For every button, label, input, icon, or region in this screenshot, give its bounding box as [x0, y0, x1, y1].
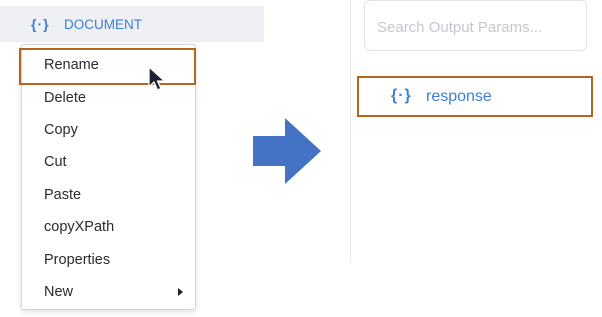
menu-item-label: Properties [44, 252, 111, 268]
menu-item-paste[interactable]: Paste [22, 179, 197, 211]
menu-item-label: Rename [44, 57, 99, 73]
tree-node-label: DOCUMENT [64, 17, 142, 32]
object-braces-icon: {·} [31, 16, 50, 32]
menu-item-label: Paste [44, 187, 82, 203]
tree-row-document[interactable]: {·} DOCUMENT [0, 6, 264, 42]
menu-item-label: Copy [44, 122, 78, 138]
menu-item-label: Delete [44, 90, 86, 106]
menu-item-label: New [44, 284, 74, 300]
object-braces-icon: {·} [391, 87, 412, 104]
menu-item-label: copyXPath [44, 219, 115, 235]
context-menu: Rename Delete Copy Cut Paste copyXPath P… [19, 44, 197, 310]
menu-item-copyxpath[interactable]: copyXPath [22, 211, 197, 243]
search-input[interactable] [375, 15, 584, 39]
menu-item-copy[interactable]: Copy [22, 114, 197, 146]
tree-node-label: response [426, 88, 492, 105]
menu-item-delete[interactable]: Delete [22, 82, 197, 114]
tree-row-response[interactable]: {·} response [357, 76, 593, 117]
menu-item-properties[interactable]: Properties [22, 244, 197, 276]
menu-item-cut[interactable]: Cut [22, 146, 197, 178]
chevron-right-icon [178, 288, 183, 296]
menu-item-rename[interactable]: Rename [19, 48, 196, 85]
mouse-pointer-icon [148, 66, 166, 91]
menu-item-label: Cut [44, 154, 67, 170]
menu-item-new[interactable]: New [22, 276, 197, 308]
search-output-params [364, 0, 587, 51]
arrow-right-icon [253, 118, 321, 184]
